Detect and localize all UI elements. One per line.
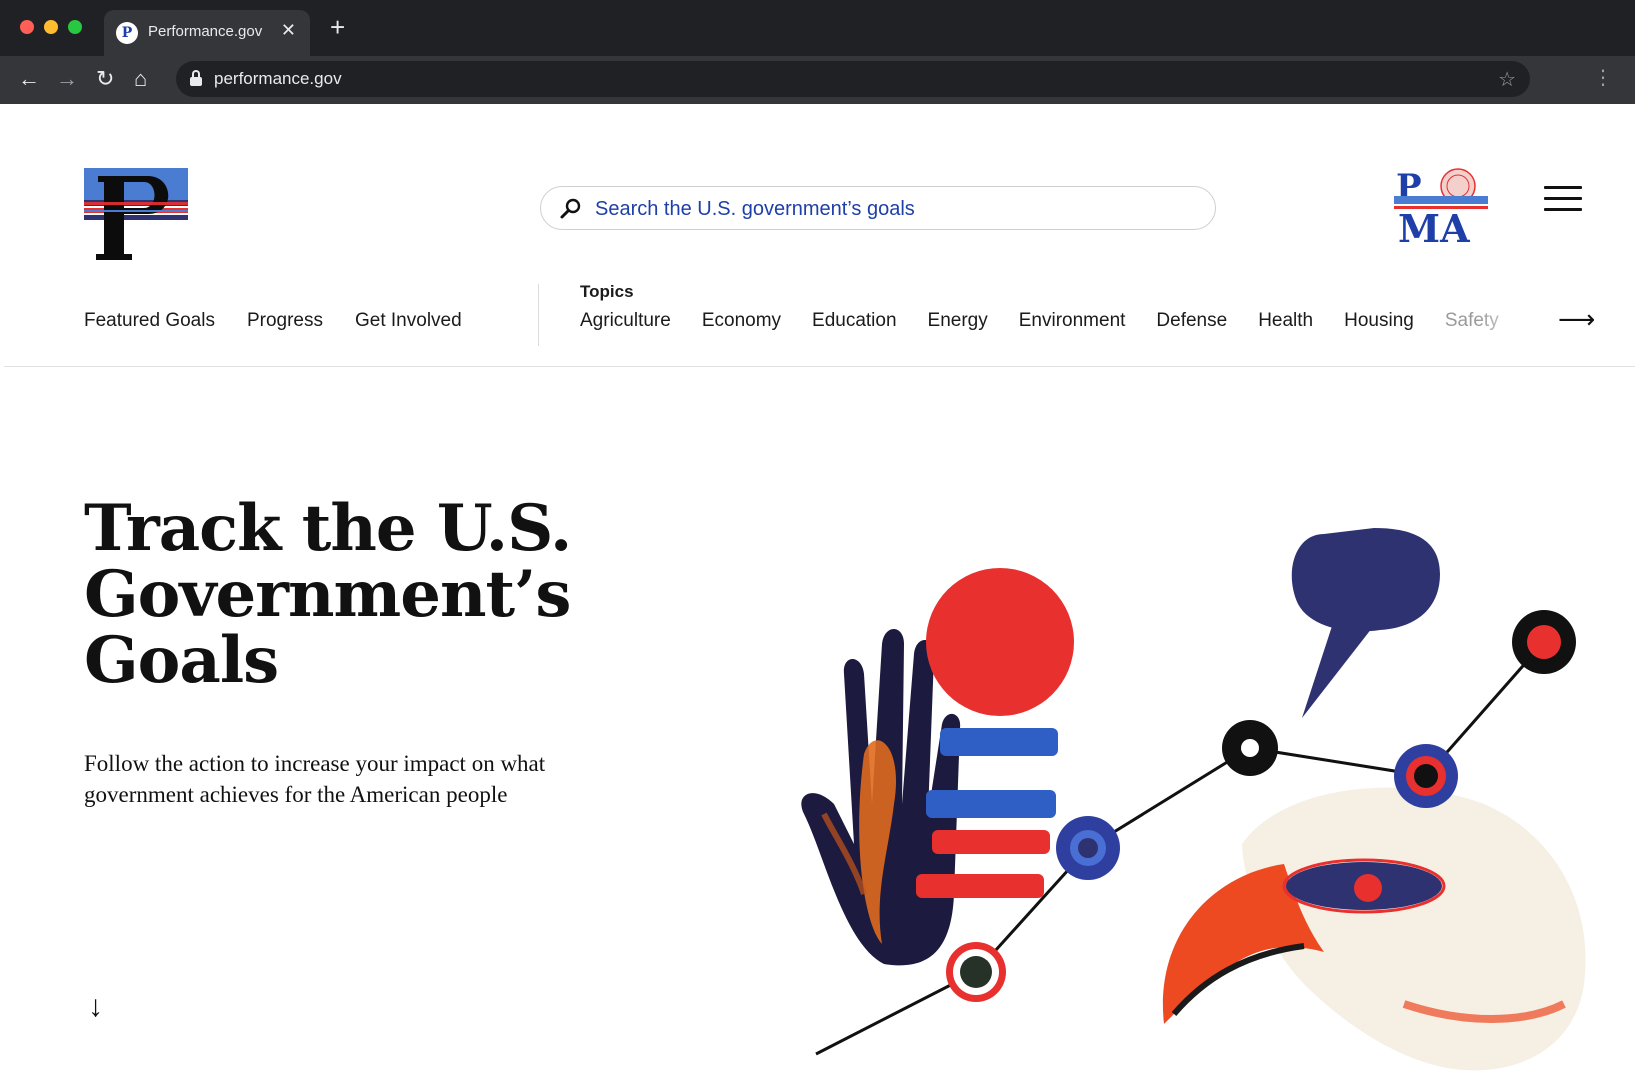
stripe-shape	[926, 790, 1056, 818]
hamburger-icon[interactable]	[1544, 186, 1582, 212]
minimize-window-button[interactable]	[44, 20, 58, 34]
svg-text:MA: MA	[1398, 206, 1470, 246]
topic-education[interactable]: Education	[812, 310, 897, 332]
topics-nav: Agriculture Economy Education Energy Env…	[580, 310, 1538, 332]
hero-title-line: Goals	[84, 623, 279, 698]
hero-subtitle: Follow the action to increase your impac…	[84, 751, 546, 807]
forward-icon[interactable]: →	[56, 66, 78, 92]
hero-title: Track the U.S. Government’s Goals	[84, 496, 604, 694]
new-tab-button[interactable]: +	[330, 14, 345, 40]
browser-menu-icon[interactable]: ⋮	[1593, 68, 1613, 88]
hero-title-line: Government’s	[84, 557, 571, 632]
topic-health[interactable]: Health	[1258, 310, 1313, 332]
close-window-button[interactable]	[20, 20, 34, 34]
browser-toolbar: ← → ↻ ⌂ performance.gov ☆ ⋮	[0, 56, 1635, 104]
pma-logo-icon[interactable]: P MA	[1394, 166, 1488, 246]
browser-chrome: P Performance.gov ✕ + ← → ↻ ⌂ performanc…	[0, 0, 1635, 104]
p-logo-icon[interactable]	[84, 168, 188, 264]
topics-fade	[1478, 304, 1554, 338]
red-circle-shape	[926, 568, 1074, 716]
topic-economy[interactable]: Economy	[702, 310, 781, 332]
tab-close-icon[interactable]: ✕	[281, 20, 296, 41]
topic-energy[interactable]: Energy	[928, 310, 988, 332]
topics-label: Topics	[580, 282, 634, 301]
nav-featured-goals[interactable]: Featured Goals	[84, 310, 215, 332]
back-icon[interactable]: ←	[18, 66, 40, 92]
topic-defense[interactable]: Defense	[1156, 310, 1227, 332]
speech-bubble-shape	[1291, 528, 1440, 632]
hero-title-line: Track the U.S.	[84, 491, 572, 566]
topics-next-arrow-icon[interactable]: ⟶	[1558, 304, 1595, 334]
maximize-window-button[interactable]	[68, 20, 82, 34]
lock-icon	[190, 70, 202, 86]
search-icon	[560, 198, 581, 219]
address-bar[interactable]: performance.gov ☆	[176, 61, 1530, 97]
url-text[interactable]: performance.gov	[214, 69, 342, 89]
nav-get-involved[interactable]: Get Involved	[355, 310, 462, 332]
tab-title: Performance.gov	[148, 23, 263, 40]
header-divider	[4, 366, 1635, 367]
bookmark-star-icon[interactable]: ☆	[1498, 67, 1516, 92]
topic-housing[interactable]: Housing	[1344, 310, 1414, 332]
browser-tab[interactable]: P Performance.gov ✕	[104, 10, 310, 56]
search-input[interactable]: Search the U.S. government’s goals	[595, 198, 915, 221]
nav-divider	[538, 284, 539, 346]
scroll-down-arrow-icon[interactable]: ↓	[88, 990, 103, 1024]
hero-illustration	[801, 528, 1586, 1071]
stripe-shape	[916, 874, 1044, 898]
stripe-shape	[940, 728, 1058, 756]
page-content: Search the U.S. government’s goals P MA …	[4, 104, 1635, 1077]
topic-environment[interactable]: Environment	[1019, 310, 1126, 332]
eagle-illustration	[1162, 787, 1586, 1071]
home-icon[interactable]: ⌂	[134, 66, 147, 92]
favicon-icon: P	[116, 22, 138, 44]
topic-agriculture[interactable]: Agriculture	[580, 310, 671, 332]
reload-icon[interactable]: ↻	[96, 66, 114, 92]
search-bar[interactable]: Search the U.S. government’s goals	[540, 186, 1216, 230]
stripe-shape	[932, 830, 1050, 854]
tab-strip: P Performance.gov ✕ +	[0, 0, 1635, 56]
nav-progress[interactable]: Progress	[247, 310, 323, 332]
main-nav: Featured Goals Progress Get Involved	[84, 310, 462, 332]
